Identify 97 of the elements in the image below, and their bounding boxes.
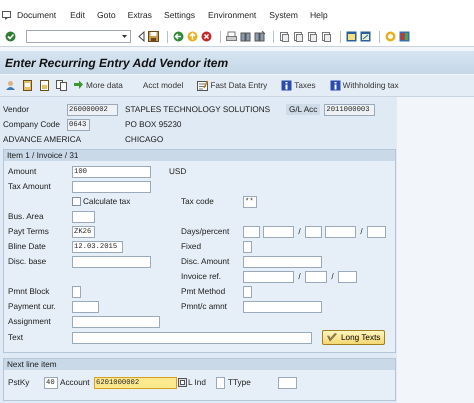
toolbar-button[interactable]: Withholding tax <box>330 80 399 91</box>
input-field[interactable] <box>72 332 312 344</box>
menu-item[interactable]: Document <box>17 10 56 20</box>
long-texts-button[interactable]: Long Texts <box>322 330 386 345</box>
input-field[interactable] <box>338 270 357 282</box>
field-label: Amount <box>8 167 38 176</box>
field-label: Invoice ref. <box>181 272 222 281</box>
field-label: Assignment <box>8 317 52 326</box>
shortcut-icon[interactable] <box>360 31 371 42</box>
separator-text: / <box>297 272 302 281</box>
field-label: Pmnt/c amnt <box>181 302 228 311</box>
field-label: Disc. base <box>8 257 48 266</box>
field-label: TType <box>228 378 252 387</box>
toolbar-button[interactable]: Fast Data Entry <box>197 80 268 91</box>
field-label: Vendor <box>3 105 30 114</box>
toolbar-button[interactable]: More data <box>73 80 123 91</box>
save-icon[interactable] <box>148 31 159 42</box>
toolbar-button[interactable]: Acct model <box>142 81 184 90</box>
field-label: Text <box>8 333 24 342</box>
input-field[interactable] <box>367 226 386 238</box>
field-label: Disc. Amount <box>181 257 230 266</box>
copy-icon[interactable] <box>56 80 67 91</box>
input-field[interactable] <box>72 316 160 328</box>
dropdown-icon <box>122 35 127 38</box>
input-field[interactable] <box>72 286 81 298</box>
input-field[interactable] <box>72 180 151 192</box>
layout-icon[interactable] <box>399 31 410 42</box>
field-label: Pmt Method <box>181 287 226 296</box>
first-page-icon[interactable] <box>279 31 290 42</box>
input-field[interactable] <box>72 300 99 312</box>
value-help-icon[interactable] <box>178 378 187 387</box>
input-field[interactable] <box>243 300 322 312</box>
field-label: Days/percent <box>181 227 230 236</box>
panel-title: Item 1 / Invoice / 31 <box>7 151 78 160</box>
field-label: Tax code <box>181 197 215 206</box>
info-text: CHICAGO <box>125 135 164 144</box>
document-icon[interactable] <box>22 80 33 91</box>
input-field[interactable] <box>243 240 252 252</box>
input-field[interactable] <box>243 286 252 298</box>
menu-item[interactable]: Goto <box>96 10 116 20</box>
form-icon[interactable] <box>197 80 208 91</box>
info-icon[interactable] <box>330 80 341 91</box>
field-label: Tax Amount <box>8 182 52 191</box>
cancel-icon[interactable] <box>201 31 212 42</box>
input-field[interactable] <box>278 376 297 388</box>
info-icon[interactable] <box>281 80 292 91</box>
input-field[interactable] <box>72 210 95 222</box>
company-name: ADVANCE AMERICA <box>3 135 82 144</box>
menu-item[interactable]: Help <box>310 10 328 20</box>
enter-icon[interactable] <box>5 31 16 42</box>
vendor-name: STAPLES TECHNOLOGY SOLUTIONS <box>125 105 270 114</box>
toolbar-button[interactable]: Taxes <box>281 80 316 91</box>
field-label: PstKy <box>8 378 30 387</box>
menu-item[interactable]: Settings <box>164 10 196 20</box>
new-window-icon[interactable] <box>346 31 357 42</box>
field-label: G/L Acc <box>286 104 320 115</box>
field-label: Account <box>60 378 91 387</box>
input-field[interactable] <box>72 256 151 268</box>
document-icon[interactable] <box>39 80 50 91</box>
input-field[interactable] <box>305 226 322 238</box>
field-label: Payment cur. <box>8 302 57 311</box>
person-icon[interactable] <box>5 80 16 91</box>
last-page-icon[interactable] <box>321 31 332 42</box>
separator-text: / <box>359 227 364 236</box>
next-page-icon[interactable] <box>307 31 318 42</box>
field-label: Company Code <box>3 120 61 129</box>
info-text: PO BOX 95230 <box>125 120 182 129</box>
arrow-icon[interactable] <box>73 80 84 91</box>
screen-title: Enter Recurring Entry Add Vendor item <box>5 56 228 70</box>
command-field[interactable] <box>26 30 131 43</box>
input-field[interactable] <box>243 256 322 268</box>
back-icon[interactable] <box>173 31 184 42</box>
input-field[interactable] <box>325 226 356 238</box>
back-triangle-icon[interactable] <box>137 31 145 42</box>
menu-item[interactable]: Extras <box>128 10 152 20</box>
checkbox-label: Calculate tax <box>83 197 130 206</box>
field-label: L Ind <box>188 378 207 387</box>
separator-text: / <box>297 227 302 236</box>
field-label: Pmnt Block <box>8 287 50 296</box>
currency-text: USD <box>169 167 186 176</box>
menu-item[interactable]: Edit <box>70 10 85 20</box>
input-field[interactable] <box>243 270 294 282</box>
previous-page-icon[interactable] <box>293 31 304 42</box>
field-label: Bus. Area <box>8 212 44 221</box>
menu-item[interactable]: System <box>269 10 298 20</box>
input-field[interactable] <box>305 270 327 282</box>
input-field[interactable] <box>216 376 225 388</box>
menu-item[interactable]: Environment <box>208 10 256 20</box>
field-label: Payt Terms <box>8 227 50 236</box>
input-field[interactable] <box>243 226 260 238</box>
panel-title: Next line item <box>7 360 57 369</box>
separator-text: / <box>330 272 335 281</box>
field-label: Bline Date <box>8 242 47 251</box>
input-field[interactable] <box>263 226 294 238</box>
print-icon[interactable] <box>226 31 237 42</box>
checkbox[interactable] <box>72 197 81 206</box>
field-label: Fixed <box>181 242 202 251</box>
